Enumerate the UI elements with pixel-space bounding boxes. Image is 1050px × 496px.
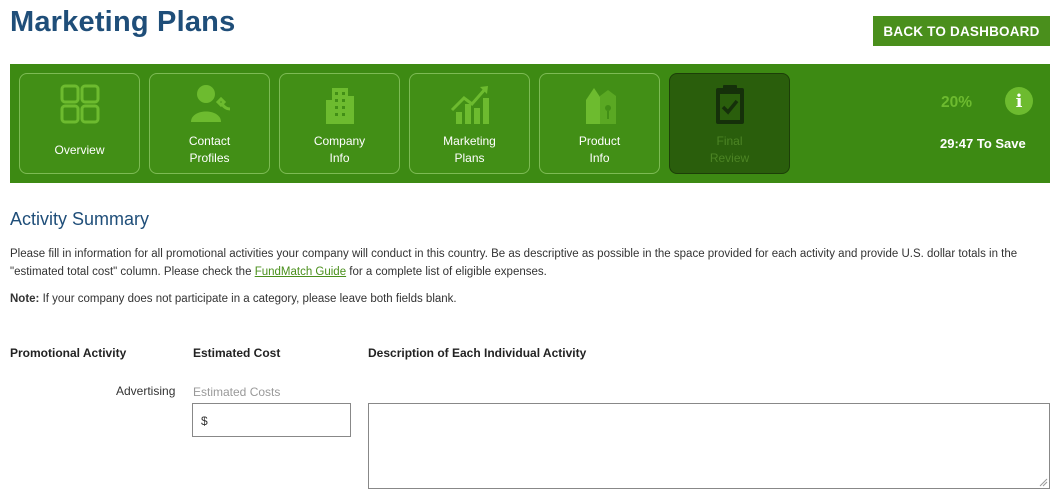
fundmatch-guide-link[interactable]: FundMatch Guide — [255, 266, 346, 278]
step-final-review[interactable]: Final Review — [669, 73, 790, 174]
step-label: Final Review — [709, 134, 750, 165]
step-overview[interactable]: Overview — [19, 73, 140, 174]
step-contact-profiles[interactable]: Contact Profiles — [149, 73, 270, 174]
activity-label-advertising: Advertising — [116, 384, 176, 398]
save-timer: 29:47 To Save — [940, 136, 1026, 151]
step-navigation: Overview Contact Profiles Company Info M… — [10, 64, 1050, 183]
column-header-cost: Estimated Cost — [193, 346, 281, 360]
product-icon — [585, 88, 616, 124]
step-label: Company Info — [313, 134, 366, 165]
info-icon[interactable]: i — [1005, 87, 1033, 115]
page-title: Marketing Plans — [10, 6, 236, 38]
estimated-costs-label: Estimated Costs — [193, 385, 281, 399]
progress-percent: 20% — [941, 94, 973, 111]
step-label: Overview — [54, 143, 105, 157]
contact-icon — [190, 85, 230, 122]
estimated-cost-input[interactable]: $ — [192, 403, 351, 437]
step-marketing-plans[interactable]: Marketing Plans — [409, 73, 530, 174]
grid-icon — [60, 84, 99, 124]
instructions-text: Please fill in information for all promo… — [10, 248, 1018, 278]
activity-description-textarea[interactable] — [368, 403, 1050, 489]
building-icon — [325, 88, 354, 124]
step-label: Contact Profiles — [188, 134, 231, 165]
back-to-dashboard-button[interactable]: BACK TO DASHBOARD — [873, 16, 1050, 46]
column-header-activity: Promotional Activity — [10, 346, 127, 360]
step-company-info[interactable]: Company Info — [279, 73, 400, 174]
section-title: Activity Summary — [10, 209, 150, 229]
clipboard-check-icon — [715, 85, 744, 124]
resize-grip-icon[interactable] — [1038, 477, 1048, 487]
step-label: Product Info — [578, 134, 621, 165]
step-product-info[interactable]: Product Info — [539, 73, 660, 174]
chart-icon — [450, 86, 489, 124]
step-label: Marketing Plans — [443, 134, 496, 165]
column-header-description: Description of Each Individual Activity — [368, 346, 587, 360]
note-text: Note: If your company does not participa… — [10, 293, 457, 305]
cost-value: $ — [201, 414, 208, 428]
